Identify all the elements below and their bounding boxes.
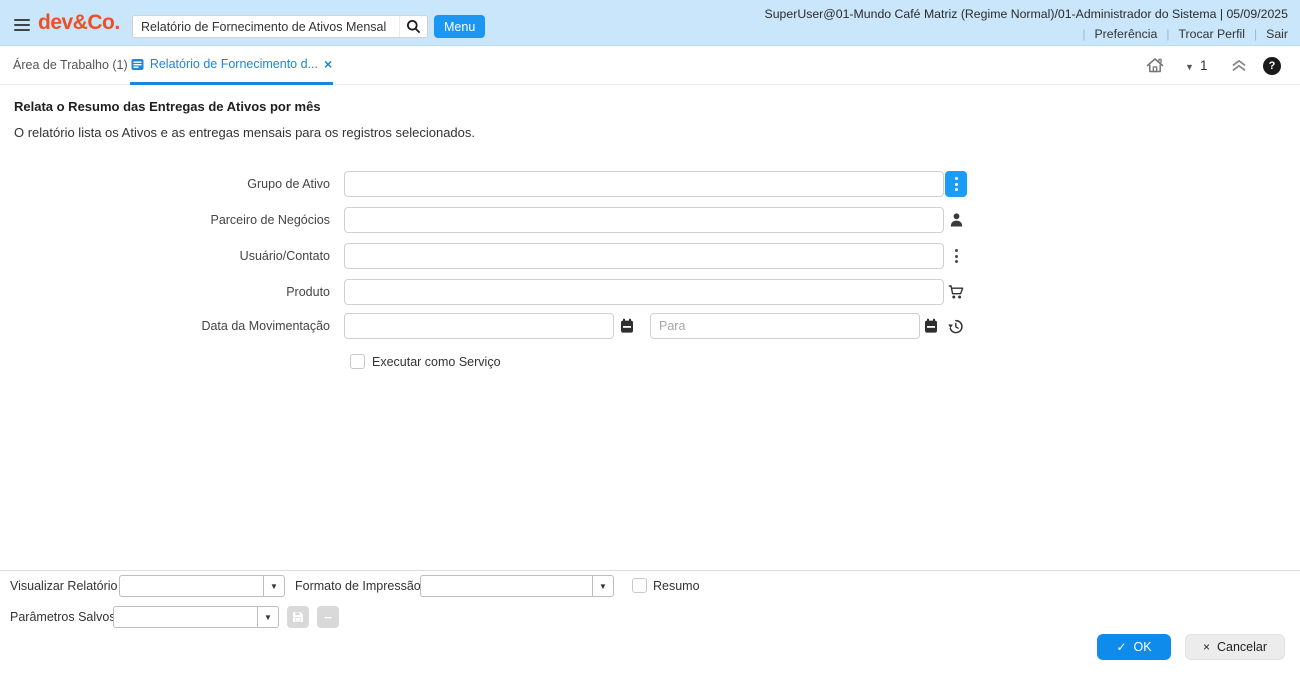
history-icon	[947, 319, 963, 333]
product-label: Produto	[286, 285, 330, 299]
business-partner-label: Parceiro de Negócios	[210, 213, 330, 227]
app-window: dev&Co. Menu SuperUser@01-Mundo Café Mat…	[0, 0, 1300, 674]
form-row-product: Produto	[0, 279, 1000, 305]
user-session-info: SuperUser@01-Mundo Café Matriz (Regime N…	[764, 7, 1289, 21]
menu-button[interactable]: Menu	[434, 15, 486, 38]
report-window-icon	[131, 58, 144, 70]
view-report-label: Visualizar Relatório	[10, 579, 118, 593]
cart-icon	[948, 284, 964, 298]
run-as-job-row: Executar como Serviço	[350, 353, 501, 370]
window-list-caret-icon[interactable]: ▼	[1185, 62, 1194, 72]
user-links: | Preferência | Trocar Perfil | Sair	[1073, 27, 1288, 41]
link-separator: |	[1254, 27, 1258, 41]
asset-group-label: Grupo de Ativo	[247, 177, 330, 191]
print-format-dropdown-button[interactable]: ▼	[592, 575, 614, 597]
date-from-calendar-button[interactable]	[619, 313, 635, 339]
tab-label: Relatório de Fornecimento d...	[149, 57, 318, 71]
saved-parameters-input[interactable]	[113, 606, 257, 628]
save-icon	[293, 612, 303, 622]
help-icon[interactable]: ?	[1263, 57, 1281, 75]
date-history-reset-button[interactable]	[946, 313, 964, 339]
hamburger-menu-icon[interactable]	[14, 19, 30, 31]
calendar-icon	[925, 318, 937, 333]
tab-close-icon[interactable]: ×	[324, 57, 332, 71]
ok-button[interactable]: ✓ OK	[1097, 634, 1171, 660]
cancel-button-label: Cancelar	[1216, 640, 1268, 654]
movement-date-from-input[interactable]	[344, 313, 614, 339]
tab-report-active[interactable]: Relatório de Fornecimento d... ×	[130, 46, 333, 85]
print-format-combobox: ▼	[420, 575, 614, 597]
top-header-bar: dev&Co. Menu SuperUser@01-Mundo Café Mat…	[0, 0, 1300, 46]
tab-workspace[interactable]: Área de Trabalho (1)	[13, 46, 128, 84]
product-input[interactable]	[344, 279, 944, 305]
save-parameters-button[interactable]	[287, 606, 309, 628]
process-description: O relatório lista os Ativos e as entrega…	[14, 125, 476, 140]
print-format-input[interactable]	[420, 575, 592, 597]
caret-down-icon: ▼	[599, 581, 607, 591]
movement-date-to-input[interactable]	[650, 313, 920, 339]
form-row-movement-date: Data da Movimentação	[0, 313, 1000, 339]
search-input[interactable]	[133, 16, 399, 37]
vertical-dots-icon	[954, 249, 958, 263]
view-report-dropdown-button[interactable]: ▼	[263, 575, 285, 597]
collapse-all-icon[interactable]	[1231, 59, 1247, 77]
product-lookup-button[interactable]	[947, 279, 965, 305]
business-partner-input[interactable]	[344, 207, 944, 233]
close-icon: ×	[1202, 640, 1210, 654]
preferences-link[interactable]: Preferência	[1094, 27, 1157, 41]
user-contact-input[interactable]	[344, 243, 944, 269]
cancel-button[interactable]: × Cancelar	[1185, 634, 1285, 660]
print-format-label: Formato de Impressão	[295, 579, 421, 593]
form-row-user-contact: Usuário/Contato	[0, 243, 1000, 269]
process-title: Relata o Resumo das Entregas de Ativos p…	[14, 99, 321, 114]
summary-label: Resumo	[653, 579, 700, 593]
link-separator: |	[1082, 27, 1086, 41]
minus-icon: −	[324, 609, 332, 625]
form-row-business-partner: Parceiro de Negócios	[0, 207, 1000, 233]
saved-parameters-dropdown-button[interactable]: ▼	[257, 606, 279, 628]
asset-group-input[interactable]	[344, 171, 944, 197]
calendar-icon	[621, 318, 633, 333]
check-icon: ✓	[1116, 640, 1127, 654]
run-as-job-checkbox[interactable]	[350, 354, 365, 369]
view-report-combobox: ▼	[119, 575, 285, 597]
delete-parameters-button[interactable]: −	[317, 606, 339, 628]
business-partner-lookup-button[interactable]	[948, 207, 964, 233]
run-as-job-label: Executar como Serviço	[372, 354, 501, 369]
switch-role-link[interactable]: Trocar Perfil	[1178, 27, 1245, 41]
view-report-input[interactable]	[119, 575, 263, 597]
saved-parameters-label: Parâmetros Salvos	[10, 610, 116, 624]
saved-parameters-combobox: ▼	[113, 606, 279, 628]
brand-logo: dev&Co.	[38, 11, 120, 34]
link-separator: |	[1166, 27, 1170, 41]
search-button[interactable]	[399, 16, 427, 37]
caret-down-icon: ▼	[270, 581, 278, 591]
search-icon	[407, 20, 421, 34]
ok-button-label: OK	[1133, 640, 1152, 654]
caret-down-icon: ▼	[264, 612, 272, 622]
person-icon	[950, 213, 962, 227]
user-contact-label: Usuário/Contato	[239, 249, 330, 263]
footer-divider	[0, 570, 1300, 571]
home-icon[interactable]	[1146, 57, 1164, 79]
summary-checkbox[interactable]	[632, 578, 647, 593]
vertical-dots-icon	[954, 177, 958, 191]
tab-bar: Área de Trabalho (1) Relatório de Fornec…	[0, 46, 1300, 85]
global-search	[132, 15, 428, 38]
user-contact-lookup-button[interactable]	[950, 243, 962, 269]
logout-link[interactable]: Sair	[1266, 27, 1288, 41]
date-to-calendar-button[interactable]	[923, 313, 939, 339]
asset-group-lookup-button[interactable]	[945, 171, 967, 197]
open-windows-count: 1	[1200, 58, 1208, 73]
movement-date-label: Data da Movimentação	[201, 319, 330, 333]
form-row-asset-group: Grupo de Ativo	[0, 171, 1000, 197]
